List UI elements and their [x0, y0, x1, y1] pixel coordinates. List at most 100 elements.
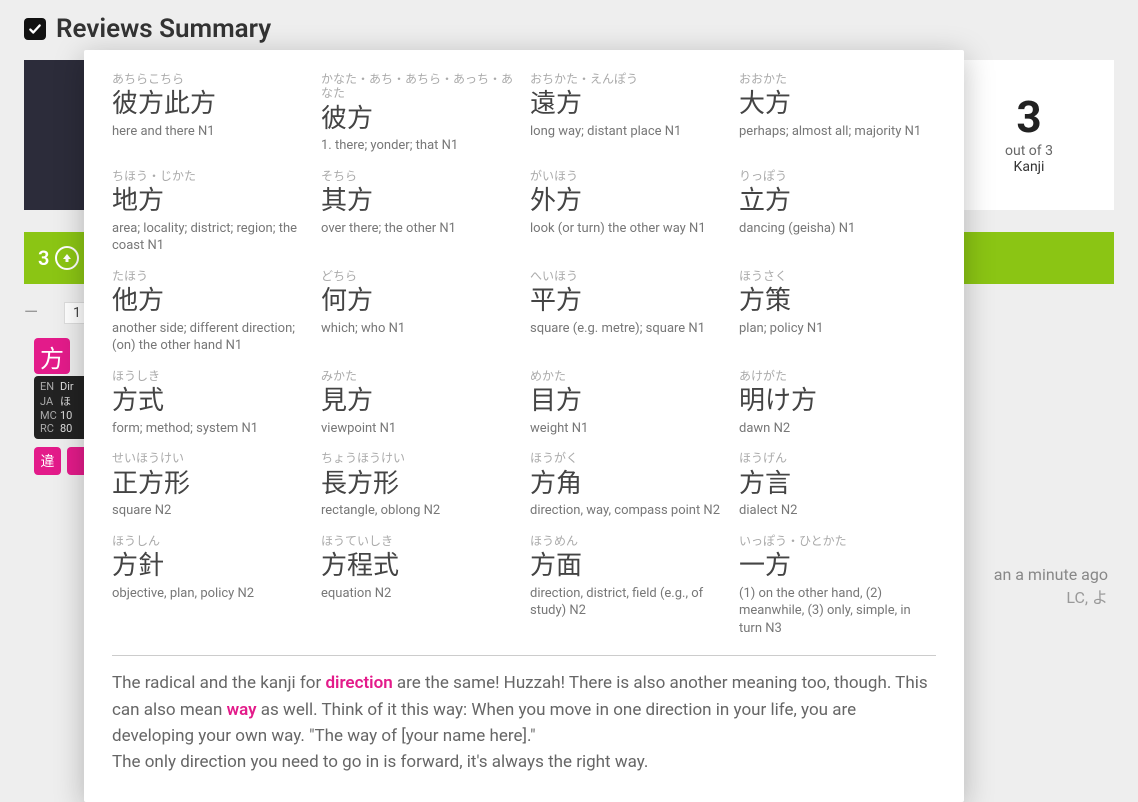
- vocab-reading: ちほう・じかた: [112, 169, 309, 183]
- vocab-reading: ほうていしき: [321, 534, 518, 548]
- vocab-entry[interactable]: おおかた大方 perhaps; almost all; majority N1: [739, 72, 936, 155]
- vocab-meaning: dialect N2: [739, 502, 936, 520]
- vocab-entry[interactable]: ほうがく方角direction, way, compass point N2: [530, 451, 727, 519]
- vocab-meaning: here and there N1: [112, 123, 309, 141]
- vocab-meaning: equation N2: [321, 585, 518, 603]
- vocab-meaning: over there; the other N1: [321, 220, 518, 238]
- vocab-meaning: rectangle, oblong N2: [321, 502, 518, 520]
- vocab-entry[interactable]: ほうめん方面direction, district, field (e.g., …: [530, 534, 727, 638]
- kanji-chip[interactable]: 方: [34, 338, 70, 374]
- vocab-entry[interactable]: ほうげん方言dialect N2: [739, 451, 936, 519]
- page-title: Reviews Summary: [56, 14, 271, 44]
- vocab-entry[interactable]: あちらこちら彼方此方 here and there N1: [112, 72, 309, 155]
- vocab-reading: あちらこちら: [112, 72, 309, 86]
- vocab-meaning: another side; different direction; (on) …: [112, 320, 309, 355]
- vocab-kanji: 彼方: [321, 103, 518, 136]
- vocab-reading: おちかた・えんぽう: [530, 72, 727, 86]
- vocab-kanji: 正方形: [112, 468, 309, 501]
- vocab-reading: どちら: [321, 269, 518, 283]
- vocab-entry[interactable]: かなた・あち・あちら・あっち・あなた彼方1. there; yonder; th…: [321, 72, 518, 155]
- vocab-entry[interactable]: めかた目方weight N1: [530, 369, 727, 437]
- vocab-reading: かなた・あち・あちら・あっち・あなた: [321, 72, 518, 101]
- vocab-kanji: 方程式: [321, 550, 518, 583]
- vocab-entry[interactable]: ちほう・じかた地方area; locality; district; regio…: [112, 169, 309, 255]
- vocab-entry[interactable]: ちょうほうけい長方形rectangle, oblong N2: [321, 451, 518, 519]
- vocab-entry[interactable]: へいほう平方square (e.g. metre); square N1: [530, 269, 727, 355]
- dash-icon: —: [24, 302, 38, 323]
- vocab-reading: たほう: [112, 269, 309, 283]
- vocab-meaning: area; locality; district; region; the co…: [112, 220, 309, 255]
- vocab-entry[interactable]: そちら其方over there; the other N1: [321, 169, 518, 255]
- vocab-reading: ちょうほうけい: [321, 451, 518, 465]
- vocab-reading: みかた: [321, 369, 518, 383]
- footer-text: an a minute ago LC, よ: [994, 565, 1108, 608]
- vocab-entry[interactable]: どちら何方 which; who N1: [321, 269, 518, 355]
- vocab-entry[interactable]: みかた見方 viewpoint N1: [321, 369, 518, 437]
- vocab-kanji: 大方: [739, 88, 936, 121]
- vocab-reading: おおかた: [739, 72, 936, 86]
- vocab-kanji: 目方: [530, 385, 727, 418]
- vocab-reading: りっぽう: [739, 169, 936, 183]
- stat-subtext: out of 3: [1005, 143, 1053, 159]
- vocab-entry[interactable]: たほう他方another side; different direction; …: [112, 269, 309, 355]
- vocab-entry[interactable]: ほうしき方式 form; method; system N1: [112, 369, 309, 437]
- vocab-reading: ほうめん: [530, 534, 727, 548]
- vocab-kanji: 方式: [112, 385, 309, 418]
- vocab-meaning: objective, plan, policy N2: [112, 585, 309, 603]
- vocab-reading: そちら: [321, 169, 518, 183]
- vocab-meaning: form; method; system N1: [112, 420, 309, 438]
- vocab-kanji: 方針: [112, 550, 309, 583]
- vocab-kanji: 地方: [112, 185, 309, 218]
- vocab-entry[interactable]: りっぽう立方 dancing (geisha) N1: [739, 169, 936, 255]
- vocab-reading: ほうしん: [112, 534, 309, 548]
- vocab-reading: ほうげん: [739, 451, 936, 465]
- vocab-meaning: square (e.g. metre); square N1: [530, 320, 727, 338]
- related-chip[interactable]: 違: [34, 447, 61, 475]
- vocab-entry[interactable]: ほうさく方策plan; policy N1: [739, 269, 936, 355]
- stat-card: 3 out of 3 Kanji: [944, 60, 1114, 210]
- vocab-meaning: square N2: [112, 502, 309, 520]
- correct-count: 3: [38, 246, 49, 270]
- vocab-meaning: dawn N2: [739, 420, 936, 438]
- vocab-meaning: look (or turn) the other way N1: [530, 220, 727, 238]
- vocab-kanji: 外方: [530, 185, 727, 218]
- vocab-meaning: viewpoint N1: [321, 420, 518, 438]
- vocab-meaning: dancing (geisha) N1: [739, 220, 936, 238]
- vocab-meaning: weight N1: [530, 420, 727, 438]
- vocab-reading: がいほう: [530, 169, 727, 183]
- highlight-way: way: [227, 700, 257, 720]
- vocab-entry[interactable]: せいほうけい正方形square N2: [112, 451, 309, 519]
- vocab-reading: せいほうけい: [112, 451, 309, 465]
- vocab-kanji: 彼方此方: [112, 88, 309, 121]
- vocab-entry[interactable]: いっぽう・ひとかた一方(1) on the other hand, (2) me…: [739, 534, 936, 638]
- check-icon: [24, 18, 46, 40]
- vocab-kanji: 遠方: [530, 88, 727, 121]
- vocab-meaning: direction, way, compass point N2: [530, 502, 727, 520]
- vocab-kanji: 平方: [530, 285, 727, 318]
- vocab-kanji: 見方: [321, 385, 518, 418]
- vocab-entry[interactable]: あけがた明け方dawn N2: [739, 369, 936, 437]
- vocab-meaning: (1) on the other hand, (2) meanwhile, (3…: [739, 585, 936, 638]
- vocab-entry[interactable]: おちかた・えんぽう遠方long way; distant place N1: [530, 72, 727, 155]
- page-header: Reviews Summary: [24, 14, 271, 44]
- vocab-kanji: 方言: [739, 468, 936, 501]
- vocab-kanji: 長方形: [321, 468, 518, 501]
- vocab-reading: ほうさく: [739, 269, 936, 283]
- vocab-entry[interactable]: ほうしん方針 objective, plan, policy N2: [112, 534, 309, 638]
- vocab-kanji: 方策: [739, 285, 936, 318]
- vocab-entry[interactable]: ほうていしき方程式 equation N2: [321, 534, 518, 638]
- vocab-entry[interactable]: がいほう外方 look (or turn) the other way N1: [530, 169, 727, 255]
- vocab-kanji: 一方: [739, 550, 936, 583]
- vocab-reading: ほうしき: [112, 369, 309, 383]
- stat-big-number: 3: [1016, 95, 1041, 139]
- vocab-meaning: perhaps; almost all; majority N1: [739, 123, 936, 141]
- vocab-kanji: 立方: [739, 185, 936, 218]
- highlight-direction: direction: [325, 673, 392, 693]
- vocab-grid: あちらこちら彼方此方 here and there N1 かなた・あち・あちら・あっ…: [112, 72, 936, 637]
- vocab-kanji: 何方: [321, 285, 518, 318]
- mnemonic-text: The radical and the kanji for direction …: [112, 670, 936, 775]
- vocab-meaning: which; who N1: [321, 320, 518, 338]
- vocab-meaning: 1. there; yonder; that N1: [321, 137, 518, 155]
- stat-label: Kanji: [1014, 159, 1045, 175]
- vocab-reading: あけがた: [739, 369, 936, 383]
